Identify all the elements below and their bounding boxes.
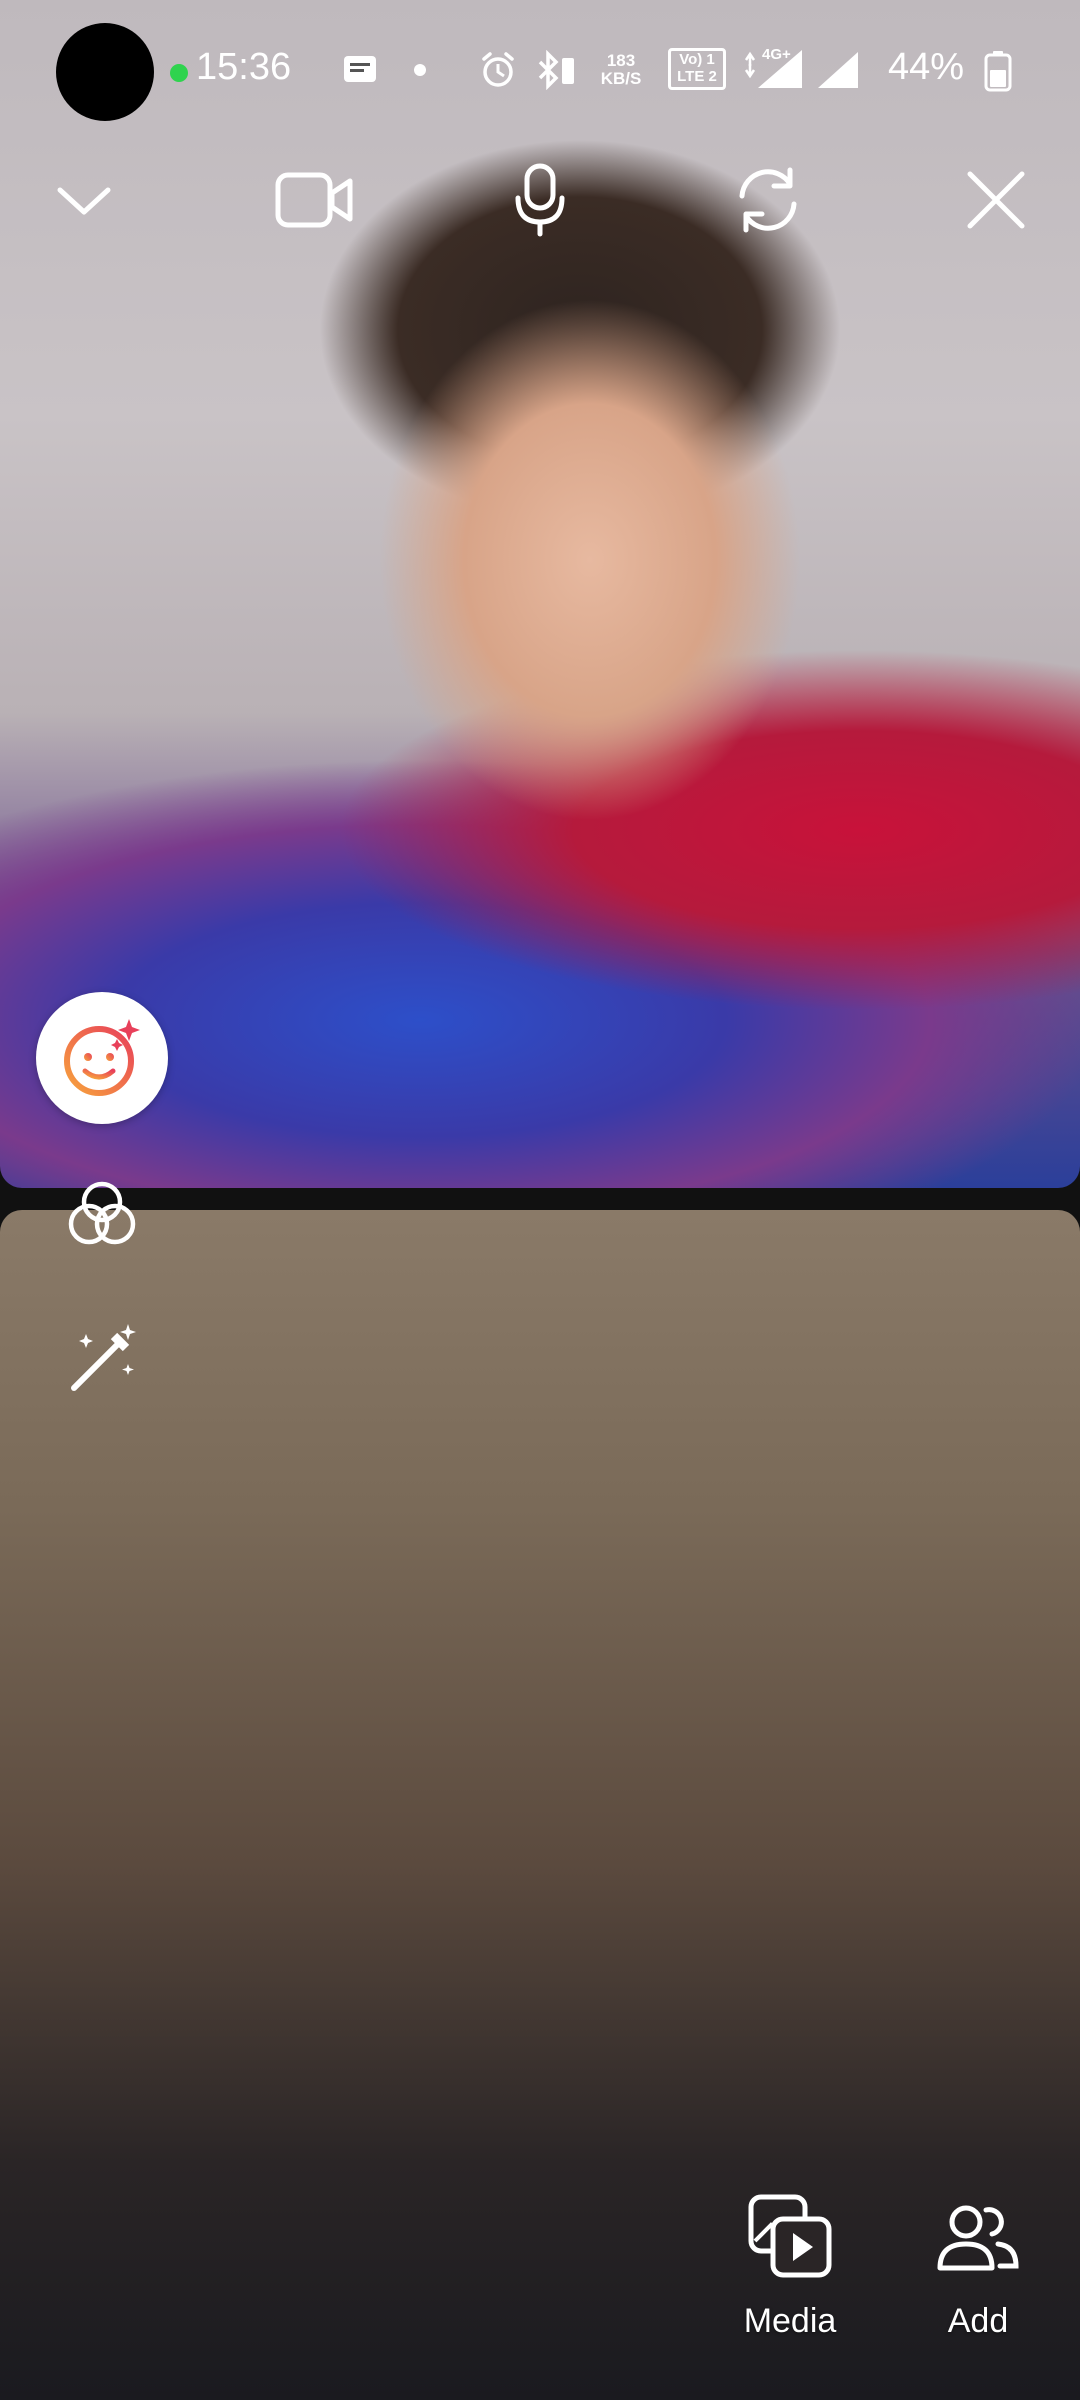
privacy-indicator-dot (170, 64, 188, 82)
microphone-icon (510, 162, 570, 238)
filters-icon (64, 1176, 140, 1252)
flip-camera-icon (730, 162, 806, 238)
chevron-down-icon (54, 180, 114, 220)
battery-percent: 44% (888, 46, 965, 88)
add-participant-button[interactable]: Add (908, 2190, 1048, 2341)
signal-4g-icon: 4G+ (742, 46, 804, 88)
effects-button[interactable] (36, 992, 168, 1124)
minimize-button[interactable] (44, 160, 124, 240)
signal-icon (816, 50, 860, 90)
flip-camera-button[interactable] (728, 160, 808, 240)
end-call-button[interactable] (956, 160, 1036, 240)
dot-icon (412, 50, 428, 90)
face-effects-icon (59, 1015, 145, 1101)
media-icon (720, 2190, 860, 2282)
video-toggle-button[interactable] (270, 160, 360, 240)
volte-icon: Vo) 1 LTE 2 (668, 48, 726, 90)
filters-button[interactable] (60, 1172, 144, 1256)
volte-line-2: LTE 2 (677, 68, 717, 85)
close-icon (964, 168, 1028, 232)
network-type: 4G+ (762, 46, 791, 63)
alarm-icon (478, 50, 518, 90)
camera-cutout (56, 23, 154, 121)
network-speed: 183 KB/S (596, 52, 646, 88)
status-bar: 15:36 183 KB/S Vo) 1 LTE 2 4G+ 44% (0, 0, 1080, 140)
network-speed-value: 183 (606, 51, 636, 70)
add-label: Add (947, 2302, 1009, 2340)
volte-line-1: Vo) 1 (679, 51, 715, 68)
magic-wand-icon (64, 1320, 140, 1396)
magic-wand-button[interactable] (60, 1316, 144, 1400)
media-button[interactable]: Media (720, 2190, 860, 2341)
media-label: Media (743, 2302, 837, 2340)
status-time: 15:36 (196, 46, 292, 88)
add-people-icon (908, 2190, 1048, 2282)
notification-icon (340, 50, 380, 90)
battery-icon (984, 50, 1012, 92)
video-camera-icon (274, 169, 356, 231)
bluetooth-icon (532, 50, 580, 90)
network-speed-unit: KB/S (600, 69, 642, 88)
microphone-toggle-button[interactable] (500, 160, 580, 240)
